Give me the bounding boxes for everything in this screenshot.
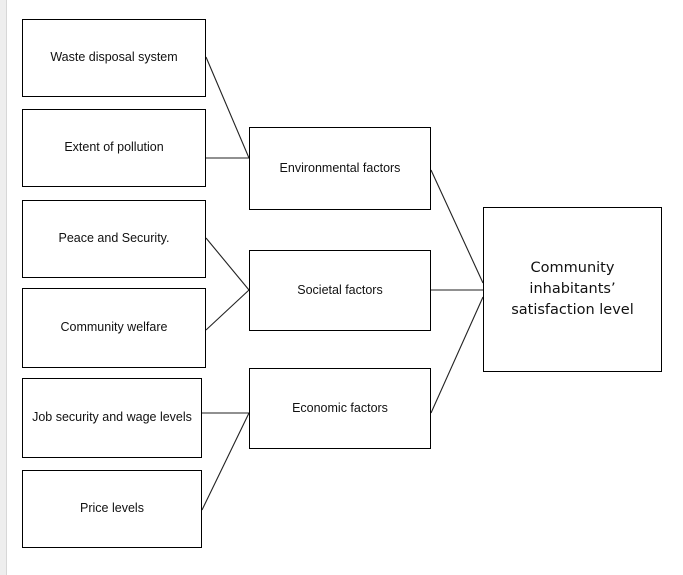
node-waste-disposal-system[interactable]: Waste disposal system — [22, 19, 206, 97]
node-label: Extent of pollution — [64, 140, 164, 155]
node-label: Peace and Security. — [58, 231, 170, 246]
connector-environmental-to-satisfaction — [430, 169, 484, 284]
node-job-security-and-wage-levels[interactable]: Job security and wage levels — [22, 378, 202, 458]
node-price-levels[interactable]: Price levels — [22, 470, 202, 548]
connector-economic-to-satisfaction — [430, 296, 484, 414]
node-label: Community welfare — [60, 320, 168, 335]
left-edge-gutter — [0, 0, 7, 575]
node-label: Economic factors — [292, 400, 388, 415]
node-label: Price levels — [80, 501, 144, 516]
node-societal-factors[interactable]: Societal factors — [249, 250, 431, 331]
node-label: Societal factors — [297, 282, 383, 297]
node-label: Job security and wage levels — [32, 410, 192, 425]
node-label: Waste disposal system — [50, 50, 178, 65]
diagram-canvas: Waste disposal system Extent of pollutio… — [0, 0, 683, 575]
node-extent-of-pollution[interactable]: Extent of pollution — [22, 109, 206, 187]
connector-waste-to-environmental — [205, 56, 250, 159]
node-label: Community inhabitants’ satisfaction leve… — [511, 259, 634, 318]
node-economic-factors[interactable]: Economic factors — [249, 368, 431, 449]
node-peace-and-security[interactable]: Peace and Security. — [22, 200, 206, 278]
node-community-inhabitants-satisfaction-level[interactable]: Community inhabitants’ satisfaction leve… — [483, 207, 662, 372]
node-label: Environmental factors — [279, 160, 401, 175]
connector-peace-to-societal — [205, 237, 250, 291]
connector-price-to-economic — [201, 412, 250, 511]
node-community-welfare[interactable]: Community welfare — [22, 288, 206, 368]
node-environmental-factors[interactable]: Environmental factors — [249, 127, 431, 210]
connector-welfare-to-societal — [205, 289, 250, 331]
